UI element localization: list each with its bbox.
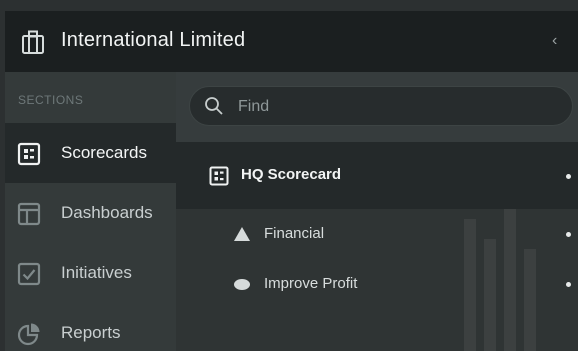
tree-item-hq-scorecard[interactable]: HQ Scorecard xyxy=(176,142,578,209)
briefcase-icon xyxy=(22,30,44,54)
status-dot xyxy=(566,174,571,179)
search-input[interactable] xyxy=(236,95,560,119)
checkbox-icon xyxy=(17,262,41,286)
sidebar-item-label: Dashboards xyxy=(61,203,153,222)
organization-name: International Limited xyxy=(61,29,246,51)
oval-icon xyxy=(234,279,250,290)
sidebar: SECTIONS Scorecards Dashboards Initiativ… xyxy=(5,72,176,351)
sidebar-item-scorecards[interactable]: Scorecards xyxy=(5,123,176,183)
dashboard-icon xyxy=(17,202,41,226)
tree-item-label: Improve Profit xyxy=(264,275,358,292)
sidebar-item-reports[interactable]: Reports xyxy=(5,303,176,351)
sections-label: SECTIONS xyxy=(18,93,84,107)
sidebar-item-dashboards[interactable]: Dashboards xyxy=(5,183,176,243)
sidebar-item-label: Reports xyxy=(61,323,121,342)
tree-item-label: Financial xyxy=(264,225,325,242)
sidebar-item-initiatives[interactable]: Initiatives xyxy=(5,243,176,303)
scorecard-icon xyxy=(17,142,41,166)
tree-item-label: HQ Scorecard xyxy=(241,166,342,183)
background-pattern xyxy=(464,209,536,351)
sidebar-item-label: Scorecards xyxy=(61,143,147,162)
search-bar-container xyxy=(176,72,578,142)
search-icon xyxy=(205,97,223,115)
search-box[interactable] xyxy=(189,86,573,126)
main-panel: HQ Scorecard Financial Improve Profit xyxy=(176,72,578,351)
app-window: International Limited ‹ SECTIONS Scoreca… xyxy=(5,11,578,351)
triangle-icon xyxy=(234,227,250,241)
pie-chart-icon xyxy=(17,323,40,346)
chevron-left-icon[interactable]: ‹ xyxy=(552,32,557,50)
scorecard-icon xyxy=(209,166,229,186)
sidebar-item-label: Initiatives xyxy=(61,263,132,282)
header-bar: International Limited ‹ xyxy=(5,11,578,72)
